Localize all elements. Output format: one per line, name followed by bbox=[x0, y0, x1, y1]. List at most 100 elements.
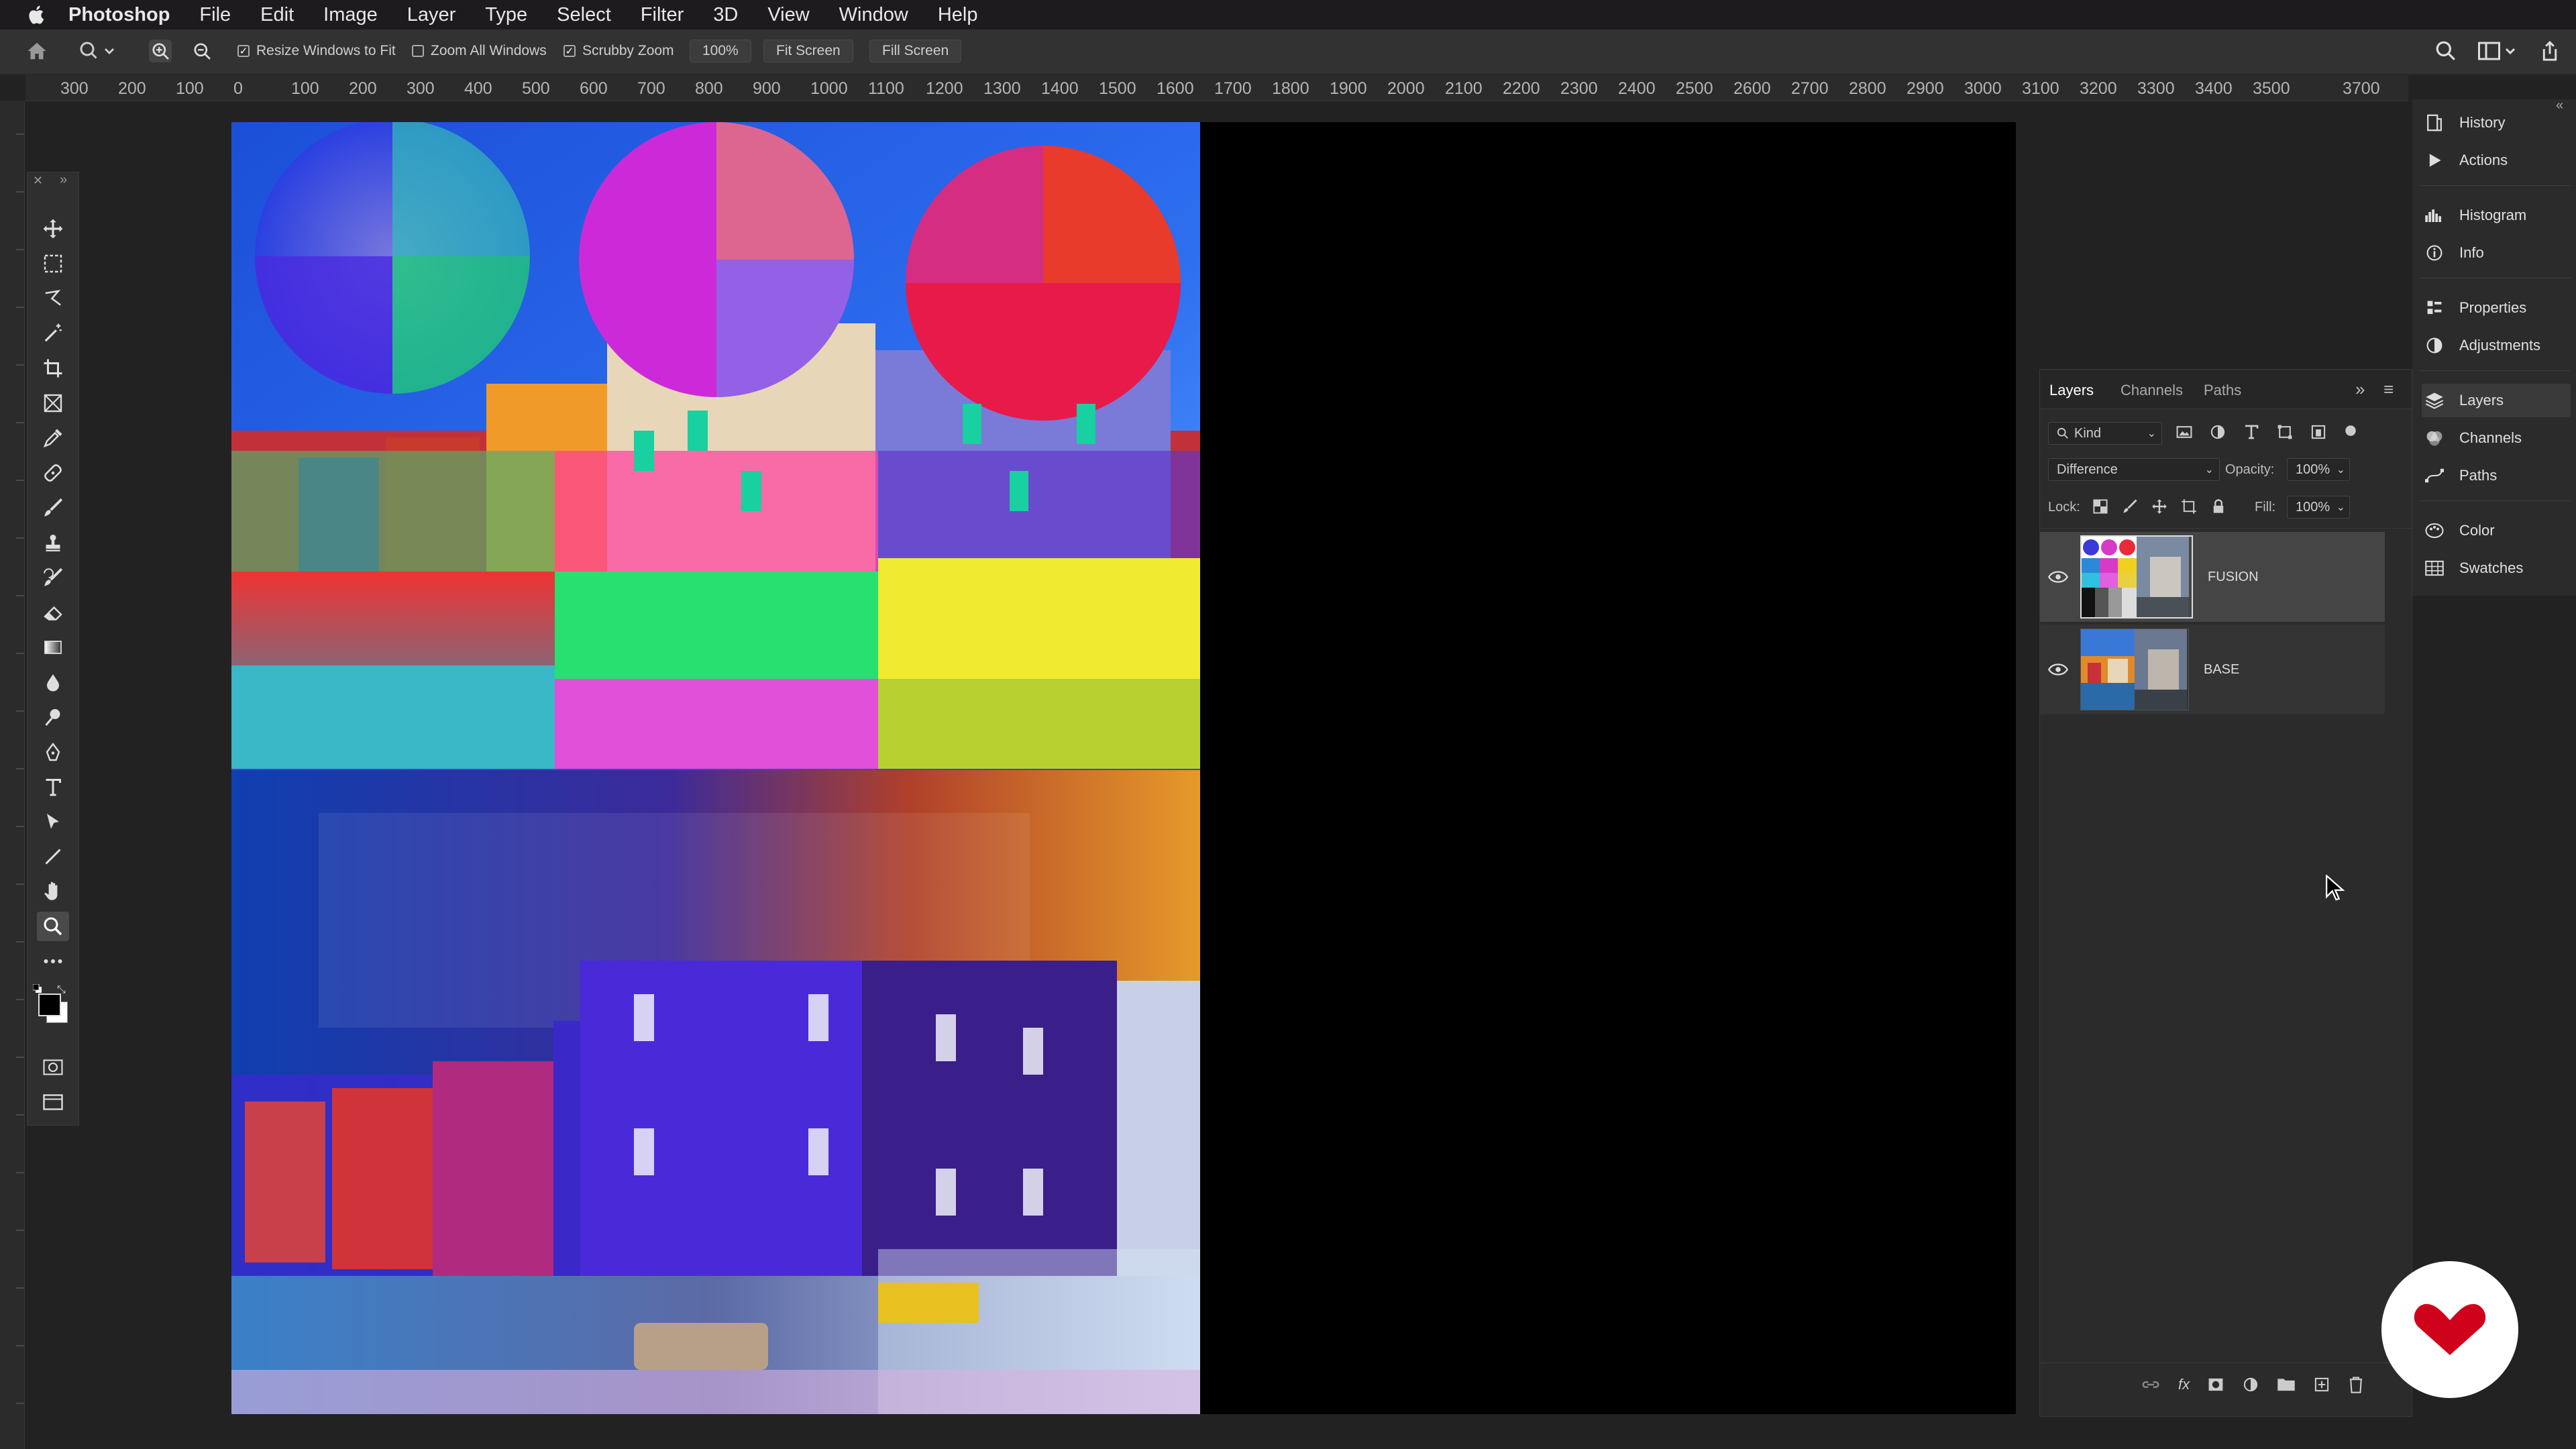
filter-pixel-icon[interactable] bbox=[2176, 423, 2193, 441]
lock-position-icon[interactable] bbox=[2151, 498, 2167, 515]
dock-item-channels[interactable]: Channels bbox=[2422, 421, 2571, 455]
more-tools-icon[interactable] bbox=[37, 947, 69, 976]
tab-paths[interactable]: Paths bbox=[2204, 382, 2241, 399]
layer-name[interactable]: BASE bbox=[2204, 662, 2239, 678]
close-icon[interactable]: ✕ bbox=[33, 174, 43, 188]
dock-item-paths[interactable]: Paths bbox=[2422, 459, 2571, 492]
menu-app-name[interactable]: Photoshop bbox=[68, 4, 170, 26]
gradient-tool-icon[interactable] bbox=[37, 633, 69, 662]
menu-3d[interactable]: 3D bbox=[713, 4, 738, 26]
hand-tool-icon[interactable] bbox=[37, 877, 69, 906]
share-icon[interactable] bbox=[2540, 39, 2560, 63]
vertical-ruler[interactable] bbox=[0, 101, 25, 1449]
filter-smart-object-icon[interactable] bbox=[2310, 423, 2327, 441]
zoom-all-windows-checkbox[interactable]: Zoom All Windows bbox=[412, 39, 547, 63]
opacity-input[interactable]: 100% ⌄ bbox=[2287, 458, 2350, 481]
document-artwork[interactable] bbox=[231, 122, 1200, 1414]
crop-tool-icon[interactable] bbox=[37, 354, 69, 383]
filter-kind-select[interactable]: Kind ⌄ bbox=[2048, 422, 2162, 445]
eyedropper-tool-icon[interactable] bbox=[37, 423, 69, 453]
quick-mask-icon[interactable] bbox=[37, 1053, 69, 1082]
filter-shape-icon[interactable] bbox=[2276, 423, 2294, 441]
lock-artboard-icon[interactable] bbox=[2181, 498, 2197, 515]
lock-all-icon[interactable] bbox=[2210, 498, 2226, 515]
menu-layer[interactable]: Layer bbox=[407, 4, 456, 26]
layer-style-fx-icon[interactable]: fx bbox=[2178, 1376, 2190, 1393]
link-layers-icon[interactable] bbox=[2141, 1376, 2161, 1393]
menu-view[interactable]: View bbox=[767, 4, 809, 26]
scrubby-zoom-checkbox[interactable]: ✓ Scrubby Zoom bbox=[564, 39, 674, 63]
menu-window[interactable]: Window bbox=[839, 4, 908, 26]
add-mask-icon[interactable] bbox=[2207, 1376, 2224, 1393]
dock-item-color[interactable]: Color bbox=[2422, 514, 2571, 547]
horizontal-ruler[interactable]: 300 200 100 0 100 200 300 400 500 600 70… bbox=[25, 75, 2408, 101]
resize-windows-checkbox[interactable]: ✓ Resize Windows to Fit bbox=[237, 39, 396, 63]
eraser-tool-icon[interactable] bbox=[37, 598, 69, 627]
history-brush-tool-icon[interactable] bbox=[37, 563, 69, 592]
dock-item-properties[interactable]: Properties bbox=[2422, 291, 2571, 325]
dock-item-history[interactable]: History bbox=[2422, 106, 2571, 140]
default-colors-icon[interactable] bbox=[32, 983, 42, 994]
home-icon[interactable] bbox=[25, 39, 48, 63]
layer-name[interactable]: FUSION bbox=[2208, 570, 2259, 585]
apple-icon[interactable] bbox=[25, 3, 48, 26]
move-tool-icon[interactable] bbox=[37, 214, 69, 244]
collapse-panel-icon[interactable]: » bbox=[2355, 379, 2365, 400]
menu-filter[interactable]: Filter bbox=[641, 4, 684, 26]
color-swatches-widget[interactable]: ⤡ bbox=[32, 983, 73, 1024]
layer-row-base[interactable]: BASE bbox=[2040, 625, 2385, 714]
menu-type[interactable]: Type bbox=[485, 4, 527, 26]
line-tool-icon[interactable] bbox=[37, 842, 69, 871]
visibility-eye-icon[interactable] bbox=[2048, 571, 2068, 583]
menu-help[interactable]: Help bbox=[938, 4, 978, 26]
dock-item-histogram[interactable]: Histogram bbox=[2422, 199, 2571, 232]
pen-tool-icon[interactable] bbox=[37, 737, 69, 767]
fill-input[interactable]: 100% ⌄ bbox=[2287, 496, 2350, 519]
delete-layer-icon[interactable] bbox=[2348, 1376, 2364, 1393]
type-tool-icon[interactable] bbox=[37, 772, 69, 802]
brush-tool-icon[interactable] bbox=[37, 493, 69, 523]
zoom-level-field[interactable]: 100% bbox=[690, 39, 751, 63]
search-icon[interactable] bbox=[2435, 39, 2457, 63]
layer-row-fusion[interactable]: FUSION bbox=[2040, 532, 2385, 622]
frame-tool-icon[interactable] bbox=[37, 388, 69, 418]
dodge-tool-icon[interactable] bbox=[37, 702, 69, 732]
filter-type-icon[interactable] bbox=[2243, 423, 2260, 441]
path-selection-tool-icon[interactable] bbox=[37, 807, 69, 837]
menu-select[interactable]: Select bbox=[557, 4, 611, 26]
zoom-out-icon[interactable] bbox=[191, 39, 213, 63]
menu-image[interactable]: Image bbox=[323, 4, 378, 26]
marquee-tool-icon[interactable] bbox=[37, 249, 69, 278]
foreground-color-swatch[interactable] bbox=[38, 994, 61, 1016]
dock-item-actions[interactable]: Actions bbox=[2422, 144, 2571, 177]
filter-adjustment-icon[interactable] bbox=[2209, 423, 2226, 441]
lasso-tool-icon[interactable] bbox=[37, 284, 69, 313]
menu-file[interactable]: File bbox=[199, 4, 231, 26]
blend-mode-select[interactable]: Difference ⌄ bbox=[2048, 458, 2220, 481]
fit-screen-button[interactable]: Fit Screen bbox=[763, 39, 853, 63]
blur-tool-icon[interactable] bbox=[37, 667, 69, 697]
dock-item-info[interactable]: Info bbox=[2422, 236, 2571, 270]
new-group-folder-icon[interactable] bbox=[2277, 1376, 2296, 1392]
new-layer-icon[interactable] bbox=[2313, 1376, 2330, 1393]
tab-channels[interactable]: Channels bbox=[2121, 382, 2183, 399]
menu-edit[interactable]: Edit bbox=[260, 4, 294, 26]
expand-icon[interactable]: » bbox=[60, 172, 67, 188]
zoom-in-icon[interactable] bbox=[149, 39, 172, 63]
filter-toggle-icon[interactable] bbox=[2343, 423, 2358, 438]
fill-screen-button[interactable]: Fill Screen bbox=[869, 39, 962, 63]
clone-stamp-tool-icon[interactable] bbox=[37, 528, 69, 557]
lock-transparent-pixels-icon[interactable] bbox=[2092, 498, 2108, 515]
dock-item-adjustments[interactable]: Adjustments bbox=[2422, 329, 2571, 362]
visibility-eye-icon[interactable] bbox=[2048, 663, 2068, 676]
tab-layers[interactable]: Layers bbox=[2049, 382, 2094, 399]
lock-image-pixels-icon[interactable] bbox=[2122, 498, 2138, 515]
workspace-icon[interactable] bbox=[2478, 39, 2518, 63]
new-adjustment-layer-icon[interactable] bbox=[2242, 1376, 2259, 1393]
zoom-tool-preset-icon[interactable] bbox=[79, 39, 119, 63]
magic-wand-tool-icon[interactable] bbox=[37, 319, 69, 348]
dock-item-layers[interactable]: Layers bbox=[2422, 384, 2571, 417]
screen-mode-icon[interactable] bbox=[37, 1087, 69, 1117]
panel-menu-icon[interactable]: ≡ bbox=[2383, 379, 2394, 400]
healing-brush-tool-icon[interactable] bbox=[37, 458, 69, 488]
